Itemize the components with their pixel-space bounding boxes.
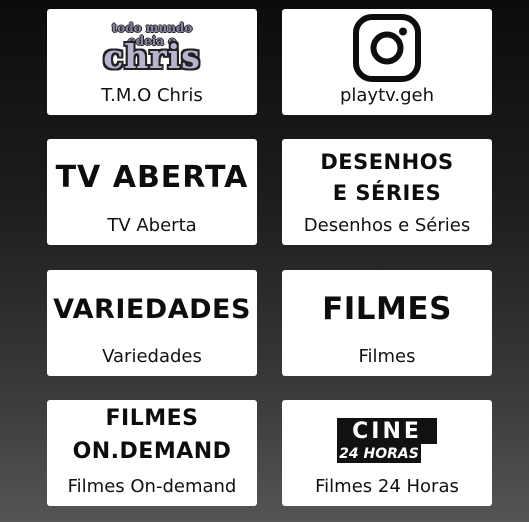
channel-label: Desenhos e Séries <box>303 215 471 236</box>
channel-label: Filmes <box>358 346 416 367</box>
channel-tile-playtv[interactable]: playtv.geh <box>282 9 492 115</box>
channel-tile-desenhos-series[interactable]: DESENHOS E SÉRIES Desenhos e Séries <box>282 139 492 245</box>
channel-label: Filmes 24 Horas <box>315 476 459 497</box>
channel-tile-filmes-on-demand[interactable]: FILMES ON.DEMAND Filmes On-demand <box>47 400 257 506</box>
channel-tile-tv-aberta[interactable]: TV ABERTA TV Aberta <box>47 139 257 245</box>
tv-aberta-logo: TV ABERTA <box>55 160 249 195</box>
channel-tile-filmes[interactable]: FILMES Filmes <box>282 270 492 376</box>
cine-text: CINE <box>337 418 437 444</box>
channel-tile-filmes-24-horas[interactable]: CINE 24 HORAS Filmes 24 Horas <box>282 400 492 506</box>
channel-label: TV Aberta <box>107 215 197 236</box>
24-horas-text: 24 HORAS <box>337 444 421 463</box>
channel-label: Variedades <box>102 346 202 367</box>
filmes-logo: FILMES <box>322 290 452 327</box>
logo-text-big: chris <box>103 37 201 76</box>
filmes-on-demand-logo: FILMES ON.DEMAND <box>72 406 232 464</box>
variedades-logo: VARIEDADES <box>53 293 251 325</box>
channel-tile-tmo-chris[interactable]: todo mundo odeia o chris T.M.O Chris <box>47 9 257 115</box>
channel-tile-variedades[interactable]: VARIEDADES Variedades <box>47 270 257 376</box>
channel-label: playtv.geh <box>339 85 435 106</box>
instagram-icon <box>282 14 492 82</box>
channel-label: Filmes On-demand <box>67 476 237 497</box>
desenhos-series-logo: DESENHOS E SÉRIES <box>320 150 454 205</box>
channel-label: T.M.O Chris <box>101 85 203 106</box>
todo-mundo-odeia-o-chris-logo: todo mundo odeia o chris <box>47 15 257 81</box>
cine-24-horas-logo: CINE 24 HORAS <box>282 406 492 472</box>
